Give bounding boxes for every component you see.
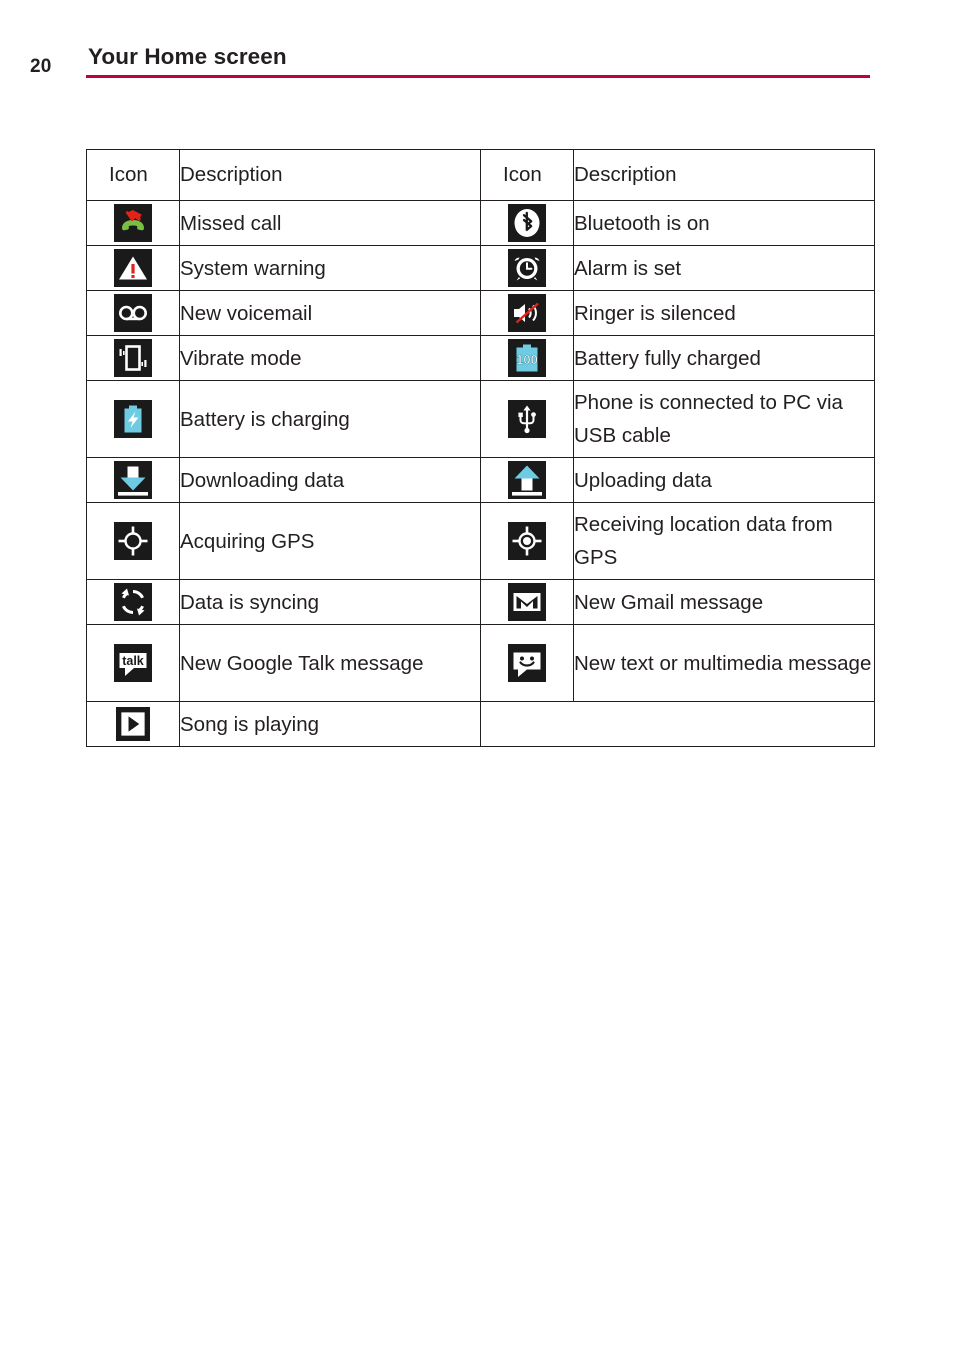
empty-cell — [480, 701, 875, 747]
alarm-clock-icon — [508, 249, 546, 287]
icon-cell — [86, 457, 180, 503]
ringer-silenced-icon — [508, 294, 546, 332]
icon-cell — [86, 335, 180, 381]
table-row: Data is syncing New Gmail message — [86, 579, 875, 625]
voicemail-icon — [114, 294, 152, 332]
icon-cell — [480, 200, 574, 246]
icon-cell — [86, 245, 180, 291]
icon-cell — [480, 290, 574, 336]
description-cell: Missed call — [179, 200, 481, 246]
table-row: Vibrate mode 100 Battery fully charged — [86, 335, 875, 381]
icon-cell: talk — [86, 624, 180, 702]
description-cell: New text or multimedia message — [573, 624, 875, 702]
usb-icon — [508, 400, 546, 438]
sms-icon — [508, 644, 546, 682]
icon-cell — [86, 380, 180, 458]
description-cell: Phone is connected to PC via USB cable — [573, 380, 875, 458]
table-row: talk New Google Talk message New text or… — [86, 624, 875, 702]
column-header-desc-right: Description — [573, 149, 875, 201]
icon-cell — [86, 701, 180, 747]
table-row: Acquiring GPS Receiving location data fr… — [86, 502, 875, 580]
download-icon — [114, 461, 152, 499]
description-cell: System warning — [179, 245, 481, 291]
icon-cell — [480, 245, 574, 291]
table-header-row: Icon Description Icon Description — [86, 149, 875, 201]
icon-cell — [480, 380, 574, 458]
table-row: System warning Alarm is set — [86, 245, 875, 291]
bluetooth-icon — [508, 204, 546, 242]
icon-cell — [86, 579, 180, 625]
description-cell: New Gmail message — [573, 579, 875, 625]
table-row: Missed call Bluetooth is on — [86, 200, 875, 246]
description-cell: New Google Talk message — [179, 624, 481, 702]
table-row: New voicemail Ringer is silenced — [86, 290, 875, 336]
icon-cell — [480, 624, 574, 702]
gps-acquiring-icon — [114, 522, 152, 560]
table-row: Downloading data Uploading data — [86, 457, 875, 503]
battery-full-icon: 100 — [508, 339, 546, 377]
missed-call-icon — [114, 204, 152, 242]
description-cell: New voicemail — [179, 290, 481, 336]
vibrate-mode-icon — [114, 339, 152, 377]
icon-cell — [86, 200, 180, 246]
page-number: 20 — [30, 56, 52, 77]
description-cell: Acquiring GPS — [179, 502, 481, 580]
play-icon — [116, 707, 150, 741]
status-icon-table: Icon Description Icon Description Missed… — [86, 149, 875, 747]
icon-cell — [480, 502, 574, 580]
description-cell: Data is syncing — [179, 579, 481, 625]
description-cell: Vibrate mode — [179, 335, 481, 381]
header-rule — [86, 75, 870, 78]
page-title: Your Home screen — [88, 44, 287, 69]
sync-icon — [114, 583, 152, 621]
icon-cell: 100 — [480, 335, 574, 381]
column-header-icon-left: Icon — [86, 149, 180, 201]
icon-cell — [480, 579, 574, 625]
description-cell: Receiving location data from GPS — [573, 502, 875, 580]
icon-cell — [480, 457, 574, 503]
column-header-icon-right: Icon — [480, 149, 574, 201]
description-cell: Ringer is silenced — [573, 290, 875, 336]
column-header-desc-left: Description — [179, 149, 481, 201]
description-cell: Alarm is set — [573, 245, 875, 291]
gps-locked-icon — [508, 522, 546, 560]
page-header: 20 Your Home screen — [0, 44, 954, 86]
google-talk-icon: talk — [114, 644, 152, 682]
description-cell: Song is playing — [179, 701, 481, 747]
battery-charging-icon — [114, 400, 152, 438]
system-warning-icon — [114, 249, 152, 287]
icon-cell — [86, 290, 180, 336]
description-cell: Battery is charging — [179, 380, 481, 458]
table-row: Song is playing — [86, 701, 875, 747]
upload-icon — [508, 461, 546, 499]
gmail-icon — [508, 583, 546, 621]
svg-text:100: 100 — [516, 352, 538, 367]
icon-cell — [86, 502, 180, 580]
description-cell: Bluetooth is on — [573, 200, 875, 246]
table-row: Battery is charging Phone is connected t… — [86, 380, 875, 458]
svg-text:talk: talk — [122, 654, 144, 668]
description-cell: Battery fully charged — [573, 335, 875, 381]
description-cell: Downloading data — [179, 457, 481, 503]
description-cell: Uploading data — [573, 457, 875, 503]
